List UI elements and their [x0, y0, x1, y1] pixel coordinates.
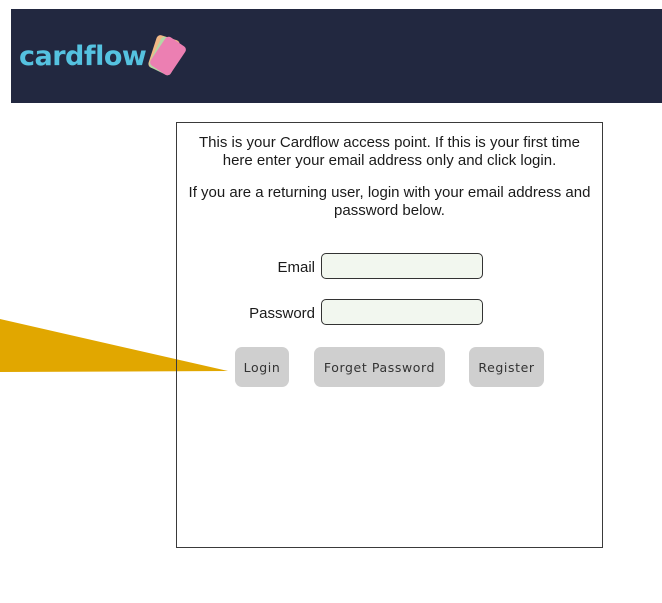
- email-label: Email: [277, 259, 315, 276]
- forget-password-button[interactable]: Forget Password: [314, 347, 445, 387]
- intro-text: This is your Cardflow access point. If t…: [199, 134, 580, 169]
- returning-user-text: If you are a returning user, login with …: [188, 184, 591, 219]
- email-field[interactable]: [321, 253, 483, 279]
- login-panel: This is your Cardflow access point. If t…: [176, 122, 603, 548]
- password-field[interactable]: [321, 299, 483, 325]
- register-button[interactable]: Register: [469, 347, 544, 387]
- login-button[interactable]: Login: [235, 347, 289, 387]
- password-label: Password: [249, 305, 315, 322]
